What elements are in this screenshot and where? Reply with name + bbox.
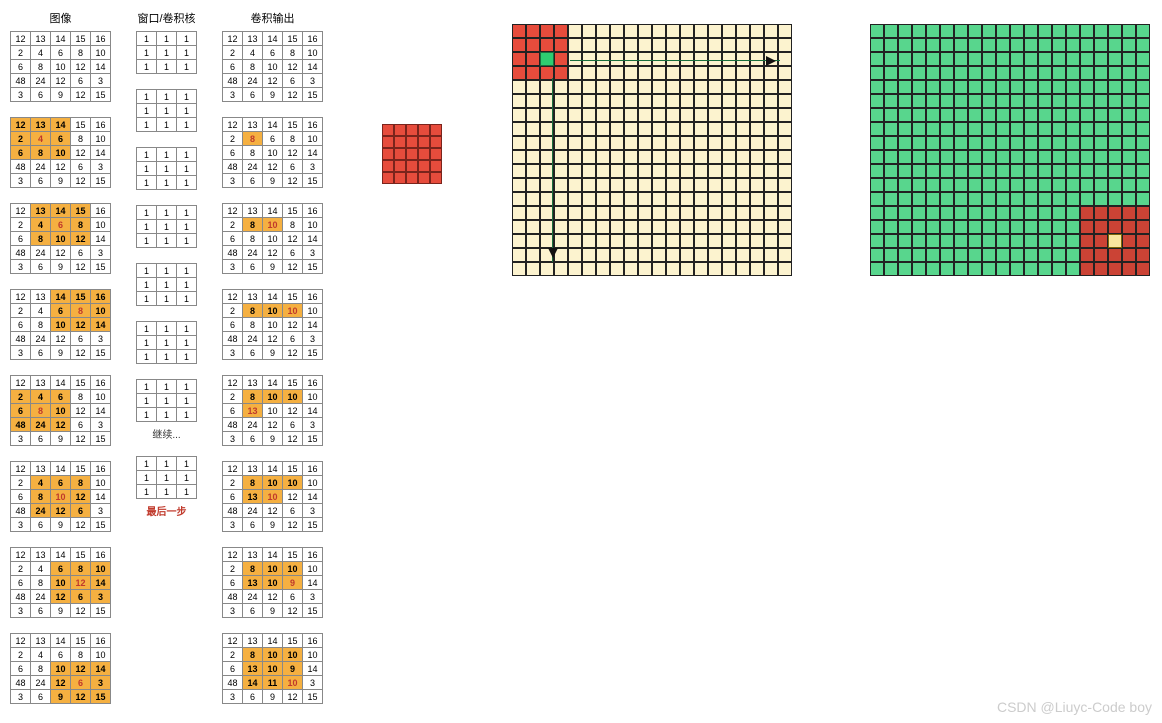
data-grid: 121314151624681068101214482412633691215 [10, 31, 111, 102]
data-grid: 121314151624681068101214482412633691215 [10, 633, 111, 704]
data-grid: 111111111 [136, 456, 197, 499]
data-grid: 1213141516281010106131091448141110336912… [222, 633, 323, 704]
header-window: 窗口/卷积核 [137, 10, 195, 26]
data-grid: 121314151624681068101214482412633691215 [10, 289, 111, 360]
data-grid: 1213141516281010106810121448241263369121… [222, 289, 323, 360]
data-grid: 111111111 [136, 205, 197, 248]
conv-output-diagram [870, 24, 1150, 276]
data-grid: 121314151624681068101214482412633691215 [10, 461, 111, 532]
data-grid: 1213141516281010106131091448241263369121… [222, 547, 323, 618]
data-grid: 121314151624681068101214482412633691215 [10, 547, 111, 618]
data-grid: 1213141516281010106131012144824126336912… [222, 375, 323, 446]
caption-last: 最后一步 [147, 503, 187, 518]
arrow-right [570, 60, 780, 61]
header-image: 图像 [50, 10, 72, 26]
data-grid: 111111111 [136, 263, 197, 306]
data-grid: 111111111 [136, 379, 197, 422]
arrow-down [552, 78, 553, 262]
data-grid: 121314151624681068101214482412633691215 [10, 203, 111, 274]
kernel-5x5-red [382, 124, 442, 184]
header-output: 卷积输出 [251, 10, 295, 26]
data-grid: 121314151628681068101214482412633691215 [222, 117, 323, 188]
data-grid: 111111111 [136, 31, 197, 74]
data-grid: 121314151624681068101214482412633691215 [222, 31, 323, 102]
watermark: CSDN @Liuyc-Code boy [997, 699, 1152, 715]
caption-continue: 继续... [152, 426, 180, 441]
data-grid: 1213141516281081068101214482412633691215 [222, 203, 323, 274]
data-grid: 121314151624681068101214482412633691215 [10, 375, 111, 446]
data-grid: 1213141516281010106131012144824126336912… [222, 461, 323, 532]
data-grid: 111111111 [136, 89, 197, 132]
conv-input-diagram [512, 24, 792, 276]
data-grid: 121314151624681068101214482412633691215 [10, 117, 111, 188]
data-grid: 111111111 [136, 321, 197, 364]
data-grid: 111111111 [136, 147, 197, 190]
